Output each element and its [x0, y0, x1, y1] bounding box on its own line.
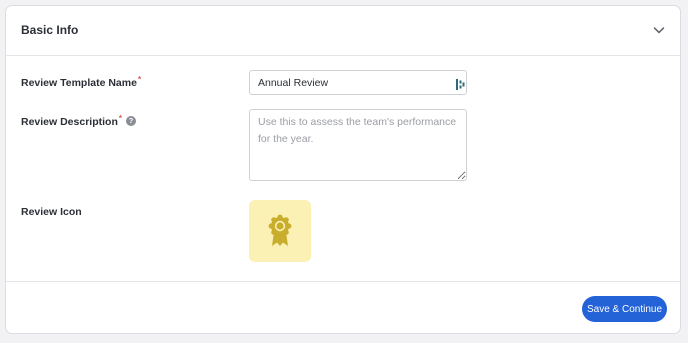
- description-label: Review Description*?: [21, 114, 136, 128]
- description-label-text: Review Description: [21, 116, 118, 128]
- review-icon-picker[interactable]: [249, 200, 311, 262]
- basic-info-card: Basic Info Review Template Name* Review …: [5, 5, 681, 334]
- review-icon-label: Review Icon: [21, 206, 82, 218]
- required-marker: *: [137, 75, 142, 84]
- section-title: Basic Info: [21, 23, 79, 37]
- required-marker: *: [118, 114, 122, 123]
- template-name-label: Review Template Name*: [21, 75, 142, 89]
- help-icon[interactable]: ?: [126, 116, 136, 127]
- template-name-input[interactable]: [249, 70, 467, 95]
- password-manager-icon[interactable]: [456, 77, 465, 90]
- card-header[interactable]: Basic Info: [6, 6, 680, 56]
- award-ribbon-icon: [268, 214, 292, 246]
- template-name-label-text: Review Template Name: [21, 77, 137, 89]
- description-textarea[interactable]: [249, 109, 467, 181]
- chevron-down-icon[interactable]: [651, 22, 667, 38]
- card-footer: Save & Continue: [6, 281, 680, 333]
- save-continue-button[interactable]: Save & Continue: [582, 296, 667, 322]
